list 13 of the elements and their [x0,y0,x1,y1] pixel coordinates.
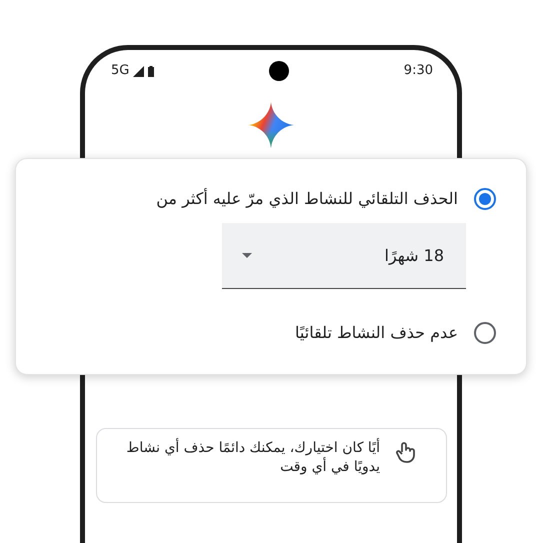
signal-icon [133,66,144,76]
period-dropdown[interactable]: 18 شهرًا [222,223,466,289]
network-label: 5G [111,62,130,80]
option-label: عدم حذف النشاط تلقائيًا [295,322,458,344]
camera-hole [269,61,290,81]
caret-icon [242,253,252,258]
battery-icon [148,66,154,76]
radio-button[interactable] [474,188,496,210]
hand-icon [396,441,416,463]
option-label: الحذف التلقائي للنشاط الذي مرّ عليه أكثر من [156,187,458,210]
radio-button[interactable] [474,322,496,344]
clock-label: 9:30 [404,62,433,80]
info-text: أيًا كان اختيارك، يمكنك دائمًا حذف أي نشاط يدويًا في أي وقت [125,439,380,477]
